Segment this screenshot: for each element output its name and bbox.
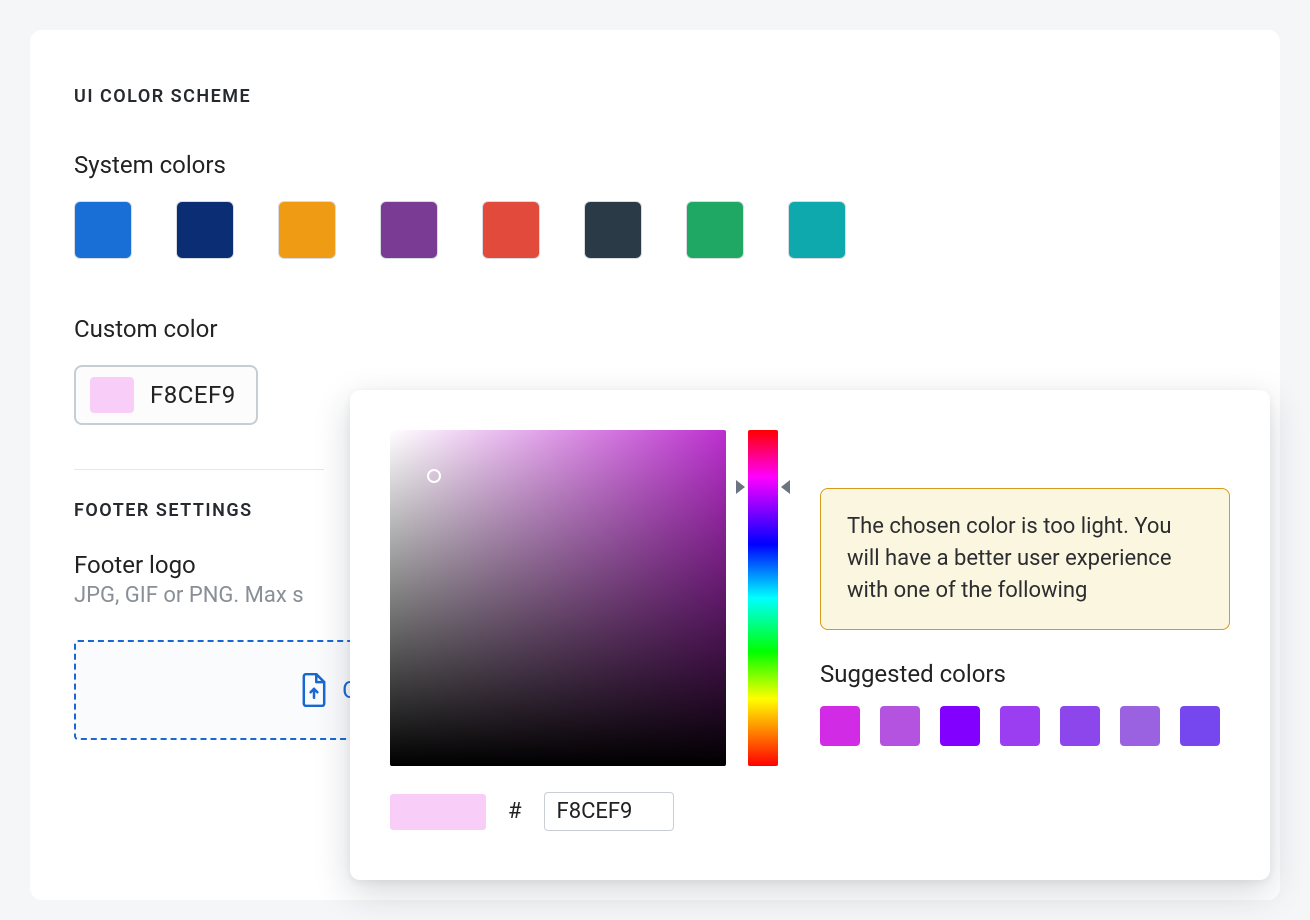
suggested-colors-label: Suggested colors <box>820 660 1230 688</box>
hash-label: # <box>508 799 522 824</box>
custom-color-label: Custom color <box>74 315 1236 343</box>
system-color-swatch[interactable] <box>278 201 336 259</box>
suggested-colors-row <box>820 706 1230 746</box>
suggested-color-swatch[interactable] <box>820 706 860 746</box>
system-color-swatch[interactable] <box>74 201 132 259</box>
picker-color-preview <box>390 794 486 830</box>
suggested-color-swatch[interactable] <box>1180 706 1220 746</box>
system-color-swatch[interactable] <box>686 201 744 259</box>
section-ui-color-scheme: UI COLOR SCHEME <box>74 86 1236 107</box>
system-colors-row <box>74 201 1236 259</box>
saturation-value-picker[interactable] <box>390 430 726 766</box>
system-color-swatch[interactable] <box>176 201 234 259</box>
suggested-color-swatch[interactable] <box>1000 706 1040 746</box>
suggested-color-swatch[interactable] <box>880 706 920 746</box>
system-colors-label: System colors <box>74 151 1236 179</box>
hue-slider-wrap <box>748 430 778 766</box>
hue-slider[interactable] <box>748 430 778 766</box>
upload-file-icon <box>300 673 328 707</box>
hue-arrow-left-icon <box>736 480 745 494</box>
suggested-color-swatch[interactable] <box>1060 706 1100 746</box>
hex-input[interactable] <box>544 792 674 831</box>
system-color-swatch[interactable] <box>584 201 642 259</box>
color-picker-popover: # The chosen color is too light. You wil… <box>350 390 1270 880</box>
sv-cursor <box>427 469 441 483</box>
system-color-swatch[interactable] <box>482 201 540 259</box>
system-color-swatch[interactable] <box>788 201 846 259</box>
color-warning: The chosen color is too light. You will … <box>820 488 1230 630</box>
custom-color-preview <box>90 377 134 413</box>
hue-arrow-right-icon <box>781 480 790 494</box>
divider <box>74 469 324 470</box>
custom-color-hex: F8CEF9 <box>150 381 236 409</box>
suggested-color-swatch[interactable] <box>940 706 980 746</box>
settings-panel: UI COLOR SCHEME System colors Custom col… <box>30 30 1280 900</box>
system-color-swatch[interactable] <box>380 201 438 259</box>
suggested-color-swatch[interactable] <box>1120 706 1160 746</box>
custom-color-input[interactable]: F8CEF9 <box>74 365 258 425</box>
